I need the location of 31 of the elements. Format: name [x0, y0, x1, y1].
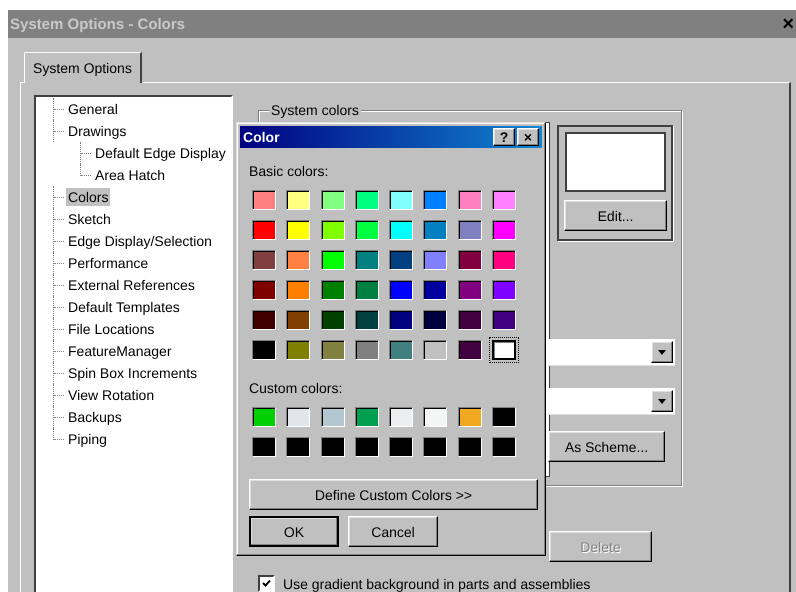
- tree-item[interactable]: View Rotation: [66, 386, 156, 404]
- window-title: System Options - Colors: [9, 16, 186, 32]
- dialog-title: Color: [243, 129, 280, 145]
- tree-item[interactable]: File Locations: [66, 320, 156, 338]
- edit-button[interactable]: Edit...: [564, 200, 667, 231]
- cancel-button[interactable]: Cancel: [348, 516, 438, 547]
- custom-colors-label: Custom colors:: [249, 380, 344, 396]
- tree-item[interactable]: Drawings: [66, 122, 128, 140]
- tree-item[interactable]: Colors: [66, 188, 110, 206]
- define-custom-colors-button[interactable]: Define Custom Colors >>: [249, 479, 538, 510]
- tree-item[interactable]: Edge Display/Selection: [66, 232, 214, 250]
- close-button[interactable]: ×: [782, 14, 794, 34]
- tree-item[interactable]: Performance: [66, 254, 150, 272]
- ok-button[interactable]: OK: [249, 516, 339, 547]
- tree-item[interactable]: Spin Box Increments: [66, 364, 200, 382]
- group-label: System colors: [269, 102, 361, 118]
- help-button[interactable]: ?: [493, 128, 515, 146]
- basic-colors-label: Basic colors:: [249, 163, 330, 179]
- tree-item[interactable]: Sketch: [66, 210, 113, 228]
- tree-item[interactable]: Default Edge Display: [93, 144, 228, 162]
- close-button[interactable]: ×: [517, 128, 539, 146]
- tree-item[interactable]: Backups: [66, 408, 124, 426]
- tree-item[interactable]: External References: [66, 276, 197, 294]
- tree-item[interactable]: FeatureManager: [66, 342, 174, 360]
- checkbox-label: Use gradient background in parts and assemblies: [283, 576, 590, 592]
- scheme-button[interactable]: As Scheme...: [548, 431, 665, 462]
- tab[interactable]: System Options: [24, 52, 142, 83]
- tree-item[interactable]: General: [66, 100, 120, 118]
- tree-item[interactable]: Default Templates: [66, 298, 182, 316]
- tree-item[interactable]: Piping: [66, 430, 109, 448]
- tree-item[interactable]: Area Hatch: [93, 166, 168, 184]
